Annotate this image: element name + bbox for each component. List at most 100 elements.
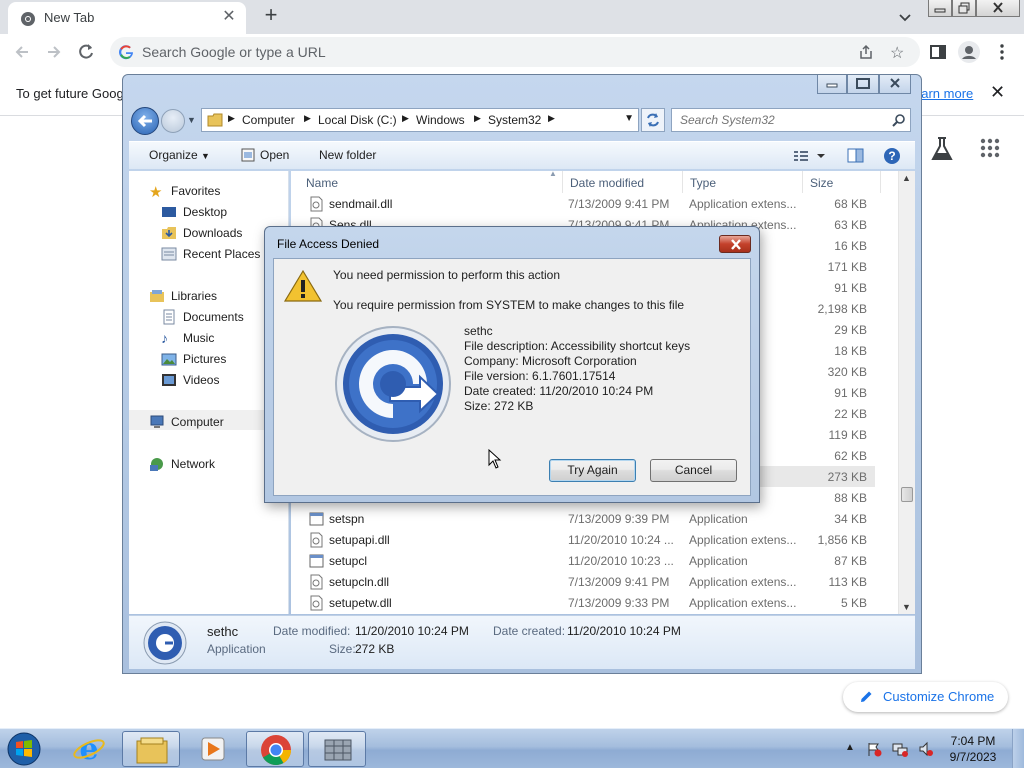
explorer-back-button[interactable] — [131, 107, 159, 135]
breadcrumb-chevron-icon[interactable]: ▶ — [548, 113, 555, 124]
details-date-created-label: Date created: — [493, 624, 566, 638]
open-button[interactable]: Open — [260, 148, 289, 162]
search-input[interactable] — [672, 109, 892, 131]
explorer-minimize-button[interactable] — [817, 75, 847, 94]
reload-icon[interactable] — [76, 42, 96, 62]
customize-chrome-label: Customize Chrome — [883, 689, 995, 704]
kebab-menu-icon[interactable] — [992, 42, 1012, 62]
table-row[interactable]: setupapi.dll 11/20/2010 10:24 ... Applicat… — [299, 529, 875, 550]
table-row[interactable]: setspn 7/13/2009 9:39 PM Application 34 KB — [299, 508, 875, 529]
info-bar-text: To get future Goog — [16, 86, 124, 101]
scroll-down-icon[interactable]: ▼ — [902, 602, 911, 612]
explorer-close-button[interactable] — [879, 75, 911, 94]
breadcrumb-windows[interactable]: Windows — [416, 113, 465, 127]
taskbar-chrome[interactable] — [246, 731, 304, 767]
dialog-file-name: sethc — [464, 324, 493, 338]
row-size: 18 KB — [834, 344, 867, 358]
show-desktop-button[interactable] — [1012, 729, 1024, 768]
preview-pane-icon[interactable] — [847, 148, 865, 164]
breadcrumb-local-disk[interactable]: Local Disk (C:) — [318, 113, 397, 127]
dialog-heading: You need permission to perform this acti… — [333, 268, 561, 282]
search-icon[interactable] — [892, 113, 906, 127]
row-type: Application extens... — [689, 575, 797, 589]
bookmark-star-icon[interactable]: ☆ — [890, 43, 904, 63]
back-arrow-icon[interactable] — [12, 42, 32, 62]
profile-avatar-icon[interactable] — [958, 41, 980, 63]
taskbar-windows-explorer[interactable] — [122, 731, 180, 767]
column-header-date[interactable]: Date modified — [563, 171, 683, 193]
close-icon — [731, 239, 741, 250]
share-icon[interactable] — [858, 44, 874, 60]
network-status-icon[interactable] — [892, 741, 908, 757]
row-type: Application — [689, 554, 748, 568]
organize-label: Organize — [149, 148, 198, 162]
breadcrumb-chevron-icon[interactable]: ▶ — [474, 113, 481, 124]
application-file-icon — [309, 512, 324, 526]
column-header-size[interactable]: Size — [803, 171, 881, 193]
row-name: setspn — [329, 512, 365, 526]
address-dropdown-icon[interactable]: ▼ — [624, 113, 634, 124]
documents-icon — [163, 309, 175, 325]
show-hidden-icons-icon[interactable]: ▲ — [845, 742, 855, 753]
downloads-folder-icon — [162, 227, 176, 239]
organize-button[interactable]: Organize ▼ — [149, 148, 210, 162]
side-panel-icon[interactable] — [928, 42, 948, 62]
new-folder-button[interactable]: New folder — [319, 148, 376, 162]
explorer-forward-button[interactable] — [161, 109, 185, 133]
table-row[interactable]: setupcln.dll 7/13/2009 9:41 PM Application… — [299, 571, 875, 592]
breadcrumb-computer[interactable]: Computer — [242, 113, 295, 127]
labs-flask-icon[interactable] — [930, 136, 954, 162]
breadcrumb-chevron-icon[interactable]: ▶ — [228, 113, 235, 124]
customize-chrome-button[interactable]: Customize Chrome — [843, 682, 1008, 712]
omnibox[interactable]: Search Google or type a URL ☆ — [110, 37, 920, 67]
minimize-button[interactable] — [928, 0, 952, 17]
vertical-scrollbar[interactable]: ▲ ▼ — [898, 171, 915, 614]
details-date-modified: 11/20/2010 10:24 PM — [355, 624, 469, 638]
forward-arrow-icon[interactable] — [44, 42, 64, 62]
table-row[interactable]: sendmail.dll 7/13/2009 9:41 PM Application… — [299, 193, 875, 214]
chevron-down-icon: ▼ — [201, 151, 210, 161]
taskbar-app[interactable] — [308, 731, 366, 767]
tab-new-tab[interactable]: New Tab ✕ — [8, 2, 246, 34]
scroll-up-icon[interactable]: ▲ — [902, 173, 911, 183]
taskbar-internet-explorer[interactable]: e — [60, 731, 118, 767]
address-bar[interactable]: ▶ Computer ▶ Local Disk (C:) ▶ Windows ▶… — [201, 108, 639, 132]
dialog-close-button[interactable] — [719, 235, 751, 253]
restore-button[interactable] — [952, 0, 976, 17]
try-again-button[interactable]: Try Again — [549, 459, 636, 482]
breadcrumb-chevron-icon[interactable]: ▶ — [402, 113, 409, 124]
search-system32-box[interactable] — [671, 108, 911, 132]
info-bar-close-icon[interactable]: ✕ — [990, 82, 1005, 103]
system-clock[interactable]: 7:04 PM 9/7/2023 — [940, 733, 1006, 765]
application-file-icon — [309, 554, 324, 568]
column-header-name[interactable]: Name — [299, 171, 563, 193]
explorer-maximize-button[interactable] — [847, 75, 879, 94]
google-apps-icon[interactable] — [980, 138, 1000, 158]
close-window-button[interactable] — [976, 0, 1020, 17]
details-size-label: Size: — [329, 642, 356, 656]
refresh-button[interactable] — [641, 108, 665, 132]
maximize-icon — [856, 78, 870, 89]
cancel-button[interactable]: Cancel — [650, 459, 737, 482]
dll-file-icon — [310, 574, 323, 590]
scroll-thumb[interactable] — [901, 487, 913, 502]
row-date: 11/20/2010 10:24 ... — [568, 533, 674, 547]
learn-more-link[interactable]: earn more — [914, 86, 973, 101]
breadcrumb-chevron-icon[interactable]: ▶ — [304, 113, 311, 124]
change-view-icon[interactable] — [793, 149, 827, 163]
recent-locations-chevron-icon[interactable]: ▼ — [187, 115, 196, 125]
table-row[interactable]: setupetw.dll 7/13/2009 9:33 PM Application… — [299, 592, 875, 613]
action-center-flag-icon[interactable] — [866, 741, 882, 757]
tab-close-icon[interactable]: ✕ — [220, 8, 238, 26]
new-tab-button[interactable]: + — [260, 4, 282, 28]
help-icon[interactable]: ? — [883, 147, 901, 165]
start-button-icon[interactable] — [4, 731, 44, 767]
breadcrumb-system32[interactable]: System32 — [488, 113, 541, 127]
taskbar-media-player[interactable] — [184, 731, 242, 767]
tab-search-chevron-icon[interactable] — [896, 8, 914, 26]
dll-file-icon — [310, 595, 323, 611]
table-row[interactable]: setupcl 11/20/2010 10:23 ... Application 87… — [299, 550, 875, 571]
volume-muted-icon[interactable] — [918, 741, 934, 757]
row-size: 63 KB — [834, 218, 867, 232]
column-header-type[interactable]: Type — [683, 171, 803, 193]
